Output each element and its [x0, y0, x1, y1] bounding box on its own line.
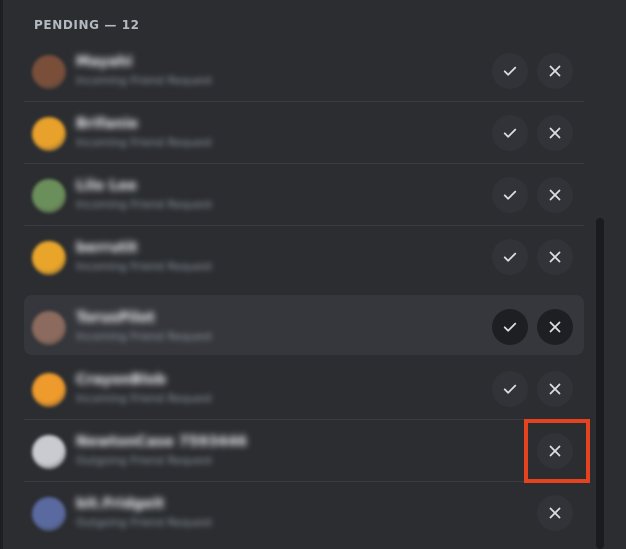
check-icon — [503, 252, 517, 262]
pending-section-header: PENDING — 12 — [34, 18, 140, 32]
request-type-label: Incoming Friend Request — [76, 330, 213, 343]
request-type-label: Outgoing Friend Request — [76, 516, 213, 529]
avatar[interactable] — [32, 435, 66, 469]
close-icon — [549, 127, 561, 139]
ignore-request-button[interactable] — [537, 239, 573, 275]
row-divider — [24, 225, 584, 226]
friend-username: Lilo Lee — [76, 178, 137, 194]
friend-request-row[interactable]: bit.Fridgeit Outgoing Friend Request — [24, 481, 584, 541]
friend-request-row[interactable]: berrutit Incoming Friend Request — [24, 225, 584, 285]
row-divider — [24, 481, 584, 482]
request-type-label: Incoming Friend Request — [76, 260, 213, 273]
accept-request-button[interactable] — [492, 239, 528, 275]
row-divider — [24, 419, 584, 420]
avatar[interactable] — [32, 311, 66, 345]
friend-request-row[interactable]: CrayonBlob Incoming Friend Request — [24, 357, 584, 417]
cancel-request-button[interactable] — [537, 495, 573, 531]
ignore-request-button[interactable] — [537, 177, 573, 213]
close-icon — [549, 383, 561, 395]
request-type-label: Incoming Friend Request — [76, 198, 213, 211]
request-type-label: Incoming Friend Request — [76, 136, 213, 149]
close-icon — [549, 251, 561, 263]
close-icon — [549, 321, 561, 333]
friend-username: TorusPilot — [76, 310, 155, 326]
ignore-request-button[interactable] — [537, 309, 573, 345]
accept-request-button[interactable] — [492, 53, 528, 89]
row-divider — [24, 101, 584, 102]
check-icon — [503, 384, 517, 394]
request-type-label: Incoming Friend Request — [76, 74, 213, 87]
accept-request-button[interactable] — [492, 115, 528, 151]
avatar[interactable] — [32, 241, 66, 275]
close-icon — [549, 507, 561, 519]
accept-request-button[interactable] — [492, 309, 528, 345]
check-icon — [503, 128, 517, 138]
friend-request-row[interactable]: NewtonCase 7593446 Outgoing Friend Reques… — [24, 419, 584, 479]
pending-friends-panel: PENDING — 12 Mayahi Incoming Friend Reque… — [0, 0, 626, 549]
accept-request-button[interactable] — [492, 177, 528, 213]
avatar[interactable] — [32, 55, 66, 89]
ignore-request-button[interactable] — [537, 371, 573, 407]
request-type-label: Outgoing Friend Request — [76, 454, 213, 467]
friend-username: NewtonCase 7593446 — [76, 434, 248, 450]
friend-request-row[interactable]: Brifanie Incoming Friend Request — [24, 101, 584, 161]
avatar[interactable] — [32, 179, 66, 213]
friend-username: berrutit — [76, 240, 138, 256]
friend-request-row[interactable]: Lilo Lee Incoming Friend Request — [24, 163, 584, 223]
request-type-label: Incoming Friend Request — [76, 392, 213, 405]
check-icon — [503, 66, 517, 76]
check-icon — [503, 190, 517, 200]
check-icon — [503, 322, 517, 332]
close-icon — [549, 65, 561, 77]
ignore-request-button[interactable] — [537, 115, 573, 151]
friend-username: bit.Fridgeit — [76, 496, 165, 512]
friend-username: Brifanie — [76, 116, 139, 132]
ignore-request-button[interactable] — [537, 53, 573, 89]
close-icon — [549, 189, 561, 201]
scrollbar-thumb[interactable] — [596, 218, 604, 549]
friend-username: CrayonBlob — [76, 372, 167, 388]
friend-username: Mayahi — [76, 54, 133, 70]
avatar[interactable] — [32, 497, 66, 531]
highlight-box — [524, 419, 590, 483]
panel-border — [0, 0, 3, 549]
accept-request-button[interactable] — [492, 371, 528, 407]
row-divider — [24, 163, 584, 164]
friend-request-row[interactable]: Mayahi Incoming Friend Request — [24, 39, 584, 99]
friend-request-row[interactable]: TorusPilot Incoming Friend Request — [24, 295, 584, 355]
avatar[interactable] — [32, 373, 66, 407]
avatar[interactable] — [32, 117, 66, 151]
